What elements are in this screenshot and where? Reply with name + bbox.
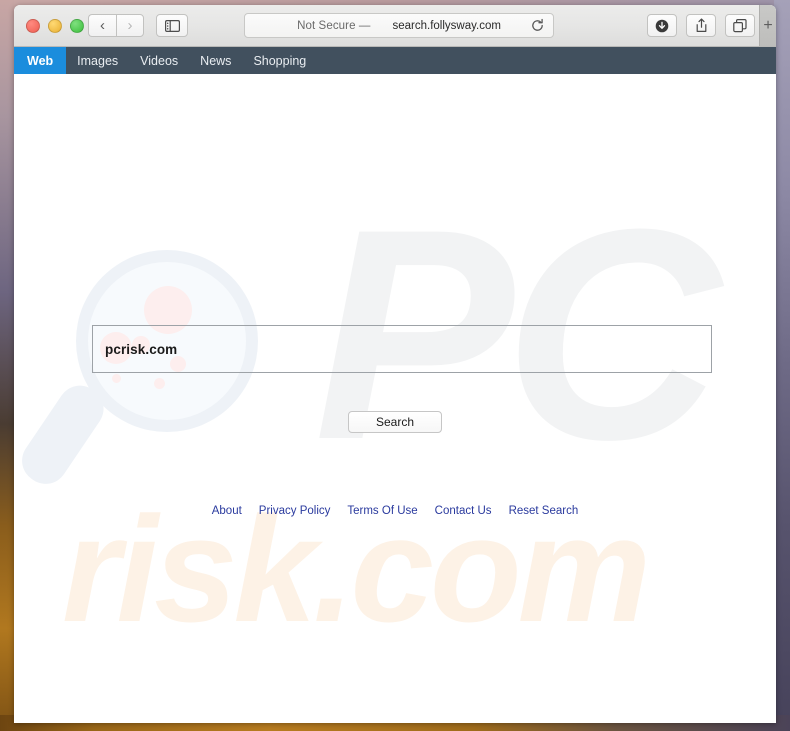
footer-links: About Privacy Policy Terms Of Use Contac… xyxy=(14,505,776,517)
zoom-window-button[interactable] xyxy=(70,19,84,33)
downloads-button[interactable] xyxy=(647,14,677,37)
search-input[interactable]: pcrisk.com xyxy=(92,325,712,373)
nav-item-videos[interactable]: Videos xyxy=(129,47,189,74)
magnifier-watermark-icon xyxy=(14,250,288,500)
browser-window: ‹ › Not Secure — search.follysway.com + … xyxy=(14,5,776,723)
search-page-content: PC risk.com pcrisk.com Search About Priv… xyxy=(14,74,776,723)
close-window-button[interactable] xyxy=(26,19,40,33)
sidebar-toggle-icon xyxy=(164,19,180,32)
search-button[interactable]: Search xyxy=(348,411,442,433)
nav-item-web[interactable]: Web xyxy=(14,47,67,74)
new-tab-label: + xyxy=(763,16,773,34)
watermark-dot xyxy=(154,378,165,389)
nav-item-web-label: Web xyxy=(27,53,54,68)
footer-link-about[interactable]: About xyxy=(212,505,242,517)
search-input-value: pcrisk.com xyxy=(105,341,178,357)
nav-item-videos-label: Videos xyxy=(140,53,179,68)
tab-overview-icon xyxy=(733,18,747,32)
nav-item-shopping-label: Shopping xyxy=(253,53,307,68)
minimize-window-button[interactable] xyxy=(48,19,62,33)
forward-button[interactable]: › xyxy=(116,14,144,37)
site-category-nav: Web Images Videos News Shopping xyxy=(14,47,776,74)
nav-item-news[interactable]: News xyxy=(189,47,242,74)
nav-item-shopping[interactable]: Shopping xyxy=(242,47,317,74)
share-button[interactable] xyxy=(686,14,716,37)
show-tabs-button[interactable] xyxy=(725,14,755,37)
reload-icon[interactable] xyxy=(530,18,545,33)
not-secure-label: Not Secure — xyxy=(297,19,371,32)
nav-item-news-label: News xyxy=(200,53,232,68)
chevron-left-icon: ‹ xyxy=(100,17,105,34)
footer-link-privacy-policy[interactable]: Privacy Policy xyxy=(259,505,331,517)
browser-toolbar: ‹ › Not Secure — search.follysway.com + xyxy=(14,5,776,47)
address-bar[interactable]: Not Secure — search.follysway.com xyxy=(244,13,554,38)
desktop-left-edge xyxy=(0,0,14,731)
nav-item-images[interactable]: Images xyxy=(66,47,129,74)
watermark-dot xyxy=(112,374,121,383)
downloads-icon xyxy=(655,19,669,32)
chevron-right-icon: › xyxy=(127,17,133,34)
nav-item-images-label: Images xyxy=(77,53,119,68)
share-icon xyxy=(696,18,706,32)
new-tab-button[interactable]: + xyxy=(759,5,776,46)
search-button-label: Search xyxy=(375,415,415,429)
url-text: search.follysway.com xyxy=(392,19,501,32)
footer-link-reset-search[interactable]: Reset Search xyxy=(509,505,579,517)
back-button[interactable]: ‹ xyxy=(88,14,116,37)
sidebar-toggle-button[interactable] xyxy=(156,14,188,37)
window-controls xyxy=(26,19,84,33)
footer-link-contact-us[interactable]: Contact Us xyxy=(435,505,492,517)
desktop-right-edge xyxy=(774,0,790,731)
footer-link-terms-of-use[interactable]: Terms Of Use xyxy=(347,505,417,517)
